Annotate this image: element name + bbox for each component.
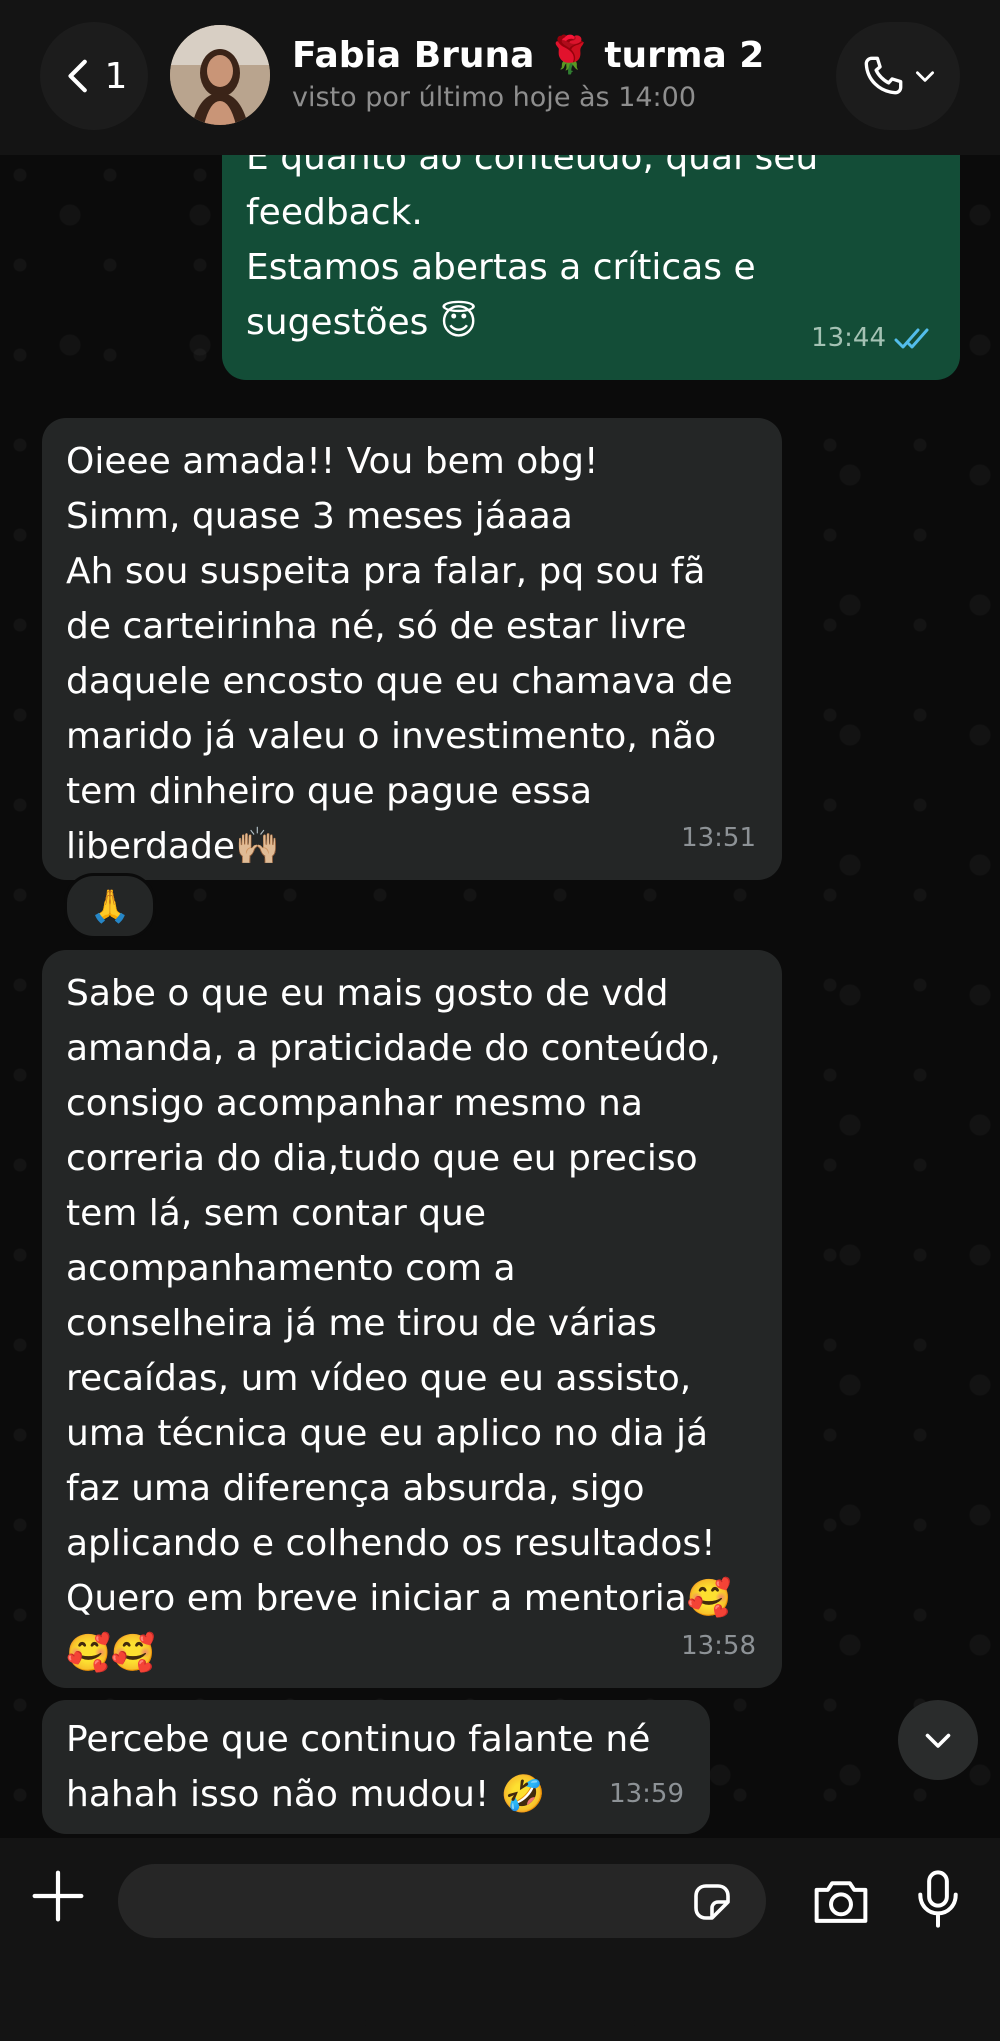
message-text-line: liberdade🙌🏼 [66,826,280,867]
message-text-line: recaídas, um vídeo que eu assisto, [66,1358,692,1399]
message-timestamp: 13:59 [609,1767,684,1822]
message-text-line: aplicando e colhendo os resultados! [66,1523,716,1564]
contact-name[interactable]: Fabia Bruna 🌹 turma 2 [292,34,764,76]
message-text-line: amanda, a praticidade do conteúdo, [66,1028,721,1069]
message-text-line: Quero em breve iniciar a mentoria🥰 [66,1578,732,1619]
back-button[interactable]: 1 [40,22,148,130]
message-text-line: daquele encosto que eu chamava de [66,661,733,702]
message-text-line: Simm, quase 3 meses jáaaa [66,496,573,537]
plus-icon[interactable] [30,1868,86,1924]
message-bubble-incoming[interactable]: Sabe o que eu mais gosto de vdd amanda, … [42,950,782,1688]
message-text-line: conselheira já me tirou de várias [66,1303,657,1344]
phone-icon [864,56,903,95]
message-time: 13:58 [681,1631,756,1661]
message-timestamp: 13:58 [681,1619,756,1674]
message-text-line: tem dinheiro que pague essa [66,771,593,812]
scroll-to-bottom-button[interactable] [898,1700,978,1780]
message-reaction[interactable]: 🙏 [64,873,156,939]
call-button[interactable] [836,22,960,130]
double-check-icon [894,328,929,348]
message-text-line: uma técnica que eu aplico no dia já [66,1413,709,1454]
message-timestamp: 13:51 [681,811,756,866]
message-text-line: tem lá, sem contar que [66,1193,487,1234]
composer-bar [0,1838,1000,2041]
sticker-icon[interactable] [688,1878,736,1926]
home-indicator [365,2018,635,2028]
message-text-line: consigo acompanhar mesmo na [66,1083,643,1124]
message-text-line: hahah isso não mudou! 🤣 [66,1774,546,1815]
message-text-line: 🥰🥰 [66,1633,156,1674]
avatar-photo [170,25,270,125]
chevron-left-icon [67,59,87,93]
message-timestamp: 13:44 [811,311,934,366]
message-text-line: Estamos abertas a críticas e [246,247,756,288]
message-text-line: de carteirinha né, só de estar livre [66,606,687,647]
contact-avatar[interactable] [170,25,270,125]
last-seen-status: visto por último hoje às 14:00 [292,82,697,113]
chevron-down-icon [925,1733,951,1748]
message-bubble-outgoing[interactable]: E quanto ao conteúdo, qual seu feedback.… [222,130,960,380]
message-text-line: Oieee amada!! Vou bem obg! [66,441,599,482]
message-text-line: acompanhamento com a [66,1248,516,1289]
message-time: 13:59 [609,1779,684,1809]
message-text-line: Ah sou suspeita pra falar, pq sou fã [66,551,706,592]
message-time: 13:44 [811,323,886,353]
message-text-line: marido já valeu o investimento, não [66,716,717,757]
unread-count: 1 [104,55,128,97]
message-text-line: Sabe o que eu mais gosto de vdd [66,973,669,1014]
message-text-line: faz uma diferença absurda, sigo [66,1468,645,1509]
chat-header: 1 Fabia Bruna 🌹 turma 2 visto por último… [0,0,1000,155]
message-time: 13:51 [681,823,756,853]
message-text-line: correria do dia,tudo que eu preciso [66,1138,698,1179]
message-input[interactable] [118,1864,766,1938]
mic-icon[interactable] [914,1868,962,1930]
message-bubble-incoming[interactable]: Percebe que continuo falante né hahah is… [42,1700,710,1834]
message-bubble-incoming[interactable]: Oieee amada!! Vou bem obg! Simm, quase 3… [42,418,782,880]
chevron-down-icon [916,71,934,82]
camera-icon[interactable] [810,1874,872,1928]
message-text-line: feedback. [246,192,423,233]
message-text-line: Percebe que continuo falante né [66,1719,651,1760]
